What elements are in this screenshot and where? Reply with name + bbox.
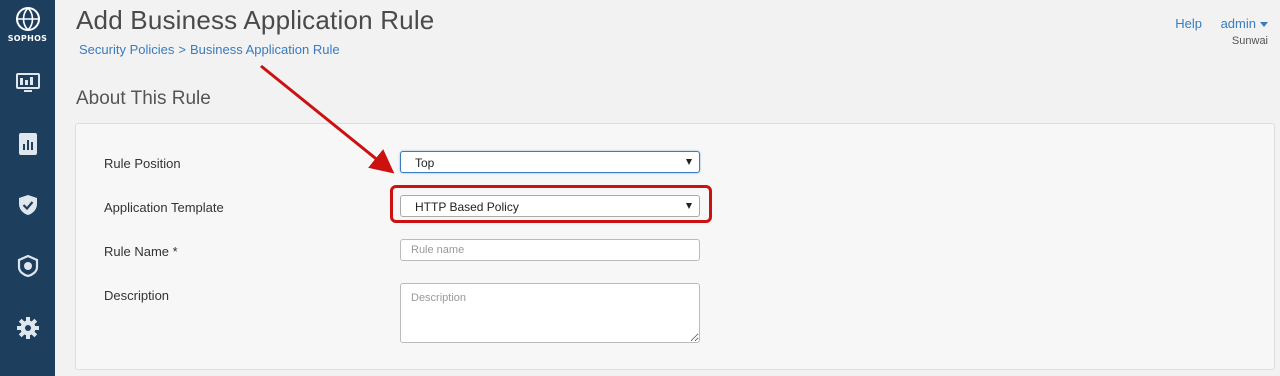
nav-item-system[interactable]: [0, 308, 55, 348]
application-template-select[interactable]: HTTP Based Policy: [400, 195, 700, 217]
page-title: Add Business Application Rule: [76, 5, 435, 35]
rule-position-select[interactable]: Top: [400, 151, 700, 173]
globe-icon: [15, 7, 40, 31]
brand-name: SOPHOS: [7, 34, 48, 43]
description-label: Description: [104, 288, 170, 303]
application-template-value: HTTP Based Policy: [415, 200, 519, 214]
rule-position-label: Rule Position: [104, 156, 181, 171]
gear-icon: [16, 317, 39, 339]
shield-icon: [18, 195, 37, 215]
breadcrumb-security-policies[interactable]: Security Policies: [79, 42, 174, 57]
sidebar: SOPHOS: [0, 0, 55, 376]
rule-name-input[interactable]: [400, 239, 700, 261]
monitor-icon: [15, 73, 40, 92]
nav-item-reports[interactable]: [0, 124, 55, 164]
rule-position-value: Top: [415, 156, 435, 170]
rule-name-label: Rule Name *: [104, 244, 178, 259]
admin-menu[interactable]: admin: [1221, 16, 1268, 31]
nav-item-protect[interactable]: [0, 185, 55, 225]
sophos-logo[interactable]: SOPHOS: [0, 6, 55, 52]
dropdown-arrow-icon: [686, 159, 692, 165]
nav-item-configure[interactable]: [0, 246, 55, 286]
application-template-label: Application Template: [104, 200, 224, 215]
report-icon: [18, 133, 37, 155]
dropdown-arrow-icon: [686, 203, 692, 209]
help-link[interactable]: Help: [1175, 16, 1202, 31]
breadcrumb: Security Policies > Business Application R…: [79, 42, 340, 57]
nav-item-monitor[interactable]: [0, 63, 55, 103]
caret-down-icon: [1260, 22, 1268, 28]
org-name: Sunwai: [1231, 35, 1268, 47]
protect-icon: [17, 255, 38, 277]
description-textarea[interactable]: [400, 283, 700, 343]
admin-label: admin: [1220, 16, 1256, 31]
section-title: About This Rule: [76, 88, 211, 109]
breadcrumb-separator: >: [178, 42, 186, 57]
breadcrumb-business-application-rule[interactable]: Business Application Rule: [190, 42, 340, 57]
